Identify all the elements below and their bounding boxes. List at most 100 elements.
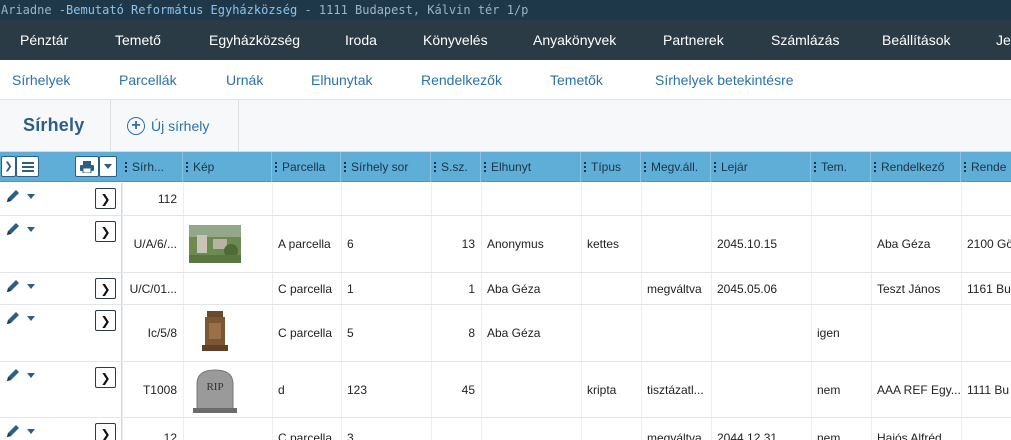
cell-kep[interactable] xyxy=(183,305,272,361)
cell-tem: nem xyxy=(817,382,841,397)
column-header-elhunyt[interactable]: Elhunyt xyxy=(481,152,581,182)
window-titlebar: Ariadne -Bemutató Református Egyházközsé… xyxy=(0,0,1011,20)
page-toolbar: Sírhely + Új sírhely xyxy=(0,100,1011,152)
edit-pencil-icon[interactable] xyxy=(5,221,21,237)
cell-tipus: kripta xyxy=(587,382,617,397)
cell-sirhely: T1008 xyxy=(142,382,177,397)
row-menu-dropdown-icon[interactable] xyxy=(27,373,35,378)
cell-rendelkezo: Aba Géza xyxy=(877,237,931,251)
column-header-ssz[interactable]: S.sz. xyxy=(431,152,481,182)
column-header-sirhely-sor[interactable]: Sírhely sor xyxy=(341,152,431,182)
sub-nav-item-rendelkezok[interactable]: Rendelkezők xyxy=(421,60,502,100)
cell-kep xyxy=(183,418,272,440)
column-header-tipus[interactable]: Típus xyxy=(581,152,641,182)
row-menu-dropdown-icon[interactable] xyxy=(27,316,35,321)
sub-nav-item-sirhelyek[interactable]: Sírhelyek xyxy=(12,60,70,100)
cell-sirhely: U/A/6/... xyxy=(133,237,177,251)
row-menu-dropdown-icon[interactable] xyxy=(27,227,35,232)
table-row[interactable]: ❯ Ic/5/8 C parcella 5 8 Aba Géza igen xyxy=(0,305,1011,362)
cell-parcella: d xyxy=(278,382,285,397)
row-expand-button[interactable]: ❯ xyxy=(95,367,116,388)
main-nav-item-egyhazkozseg[interactable]: Egyházközség xyxy=(209,20,300,60)
table-row[interactable]: ❯ U/A/6/... A parcella 6 13 Anonymus kettes 204… xyxy=(0,216,1011,273)
sub-nav-item-elhunytak[interactable]: Elhunytak xyxy=(311,60,372,100)
cell-elhunyt xyxy=(481,362,581,417)
cell-megvall: tisztázatl... xyxy=(647,382,704,397)
main-nav-item-anyakonyvek[interactable]: Anyakönyvek xyxy=(533,20,616,60)
main-nav-item-szamlazas[interactable]: Számlázás xyxy=(771,20,839,60)
table-row[interactable]: ❯ 112 xyxy=(0,183,1011,216)
plus-circle-icon: + xyxy=(127,117,145,135)
print-dropdown-button[interactable] xyxy=(99,156,117,177)
cell-kep[interactable]: RIP xyxy=(183,362,272,417)
edit-pencil-icon[interactable] xyxy=(5,310,21,326)
row-expand-button[interactable]: ❯ xyxy=(95,423,116,440)
cell-parcella: C parcella xyxy=(278,430,333,440)
main-nav-item-penztar[interactable]: Pénztár xyxy=(20,20,68,60)
column-header-kep[interactable]: Kép xyxy=(183,152,272,182)
cell-rende xyxy=(961,183,1011,215)
edit-pencil-icon[interactable] xyxy=(5,188,21,204)
cell-rendelkezo xyxy=(871,183,961,215)
cell-tem xyxy=(811,273,871,304)
main-nav-item-beallitasok[interactable]: Beállítások xyxy=(882,20,950,60)
column-header-lejar[interactable]: Lejár xyxy=(711,152,811,182)
sub-nav-item-parcellak[interactable]: Parcellák xyxy=(119,60,177,100)
column-header-rendelkezo[interactable]: Rendelkező xyxy=(871,152,961,182)
main-nav-item-konyveles[interactable]: Könyvelés xyxy=(423,20,488,60)
cell-sirhely: Ic/5/8 xyxy=(147,326,177,340)
edit-pencil-icon[interactable] xyxy=(5,367,21,383)
row-actions: ❯ xyxy=(0,362,122,417)
main-nav-item-je[interactable]: Je xyxy=(996,20,1011,60)
sub-nav-item-sirhelyek-betekintesre[interactable]: Sírhelyek betekintésre xyxy=(655,60,794,100)
row-menu-dropdown-icon[interactable] xyxy=(27,194,35,199)
sub-nav: Sírhelyek Parcellák Urnák Elhunytak Rend… xyxy=(0,60,1011,100)
grave-table: ❯ Sírh... Kép Parcella Sírhely sor S.sz.… xyxy=(0,152,1011,440)
cell-sirhely-sor: 123 xyxy=(347,382,368,397)
table-row[interactable]: ❯ 12 C parcella 3 megváltva 2044.12.31 nem Hajó… xyxy=(0,418,1011,440)
sub-nav-item-temetok[interactable]: Temetők xyxy=(550,60,603,100)
cell-parcella: A parcella xyxy=(278,237,331,251)
cell-sirhely-sor: 5 xyxy=(347,326,354,340)
cell-sirhely: 112 xyxy=(157,192,177,206)
svg-text:RIP: RIP xyxy=(206,381,223,393)
column-header-sirhely[interactable]: Sírh... xyxy=(122,152,183,182)
cell-ssz xyxy=(431,183,481,215)
main-nav-item-partnerek[interactable]: Partnerek xyxy=(663,20,724,60)
main-nav-item-temeto[interactable]: Temető xyxy=(115,20,161,60)
cell-rendelkezo xyxy=(871,305,961,361)
cell-megvall: megváltva xyxy=(647,281,702,296)
row-expand-button[interactable]: ❯ xyxy=(95,310,116,331)
sub-nav-item-urnak[interactable]: Urnák xyxy=(226,60,263,100)
cell-megvall xyxy=(641,183,711,215)
cell-tem xyxy=(811,216,871,272)
cell-lejar: 2045.10.15 xyxy=(717,237,778,251)
row-expand-button[interactable]: ❯ xyxy=(95,188,116,209)
chevron-down-icon xyxy=(104,164,112,169)
column-header-tem[interactable]: Tem. xyxy=(811,152,871,182)
column-menu-button[interactable] xyxy=(16,156,39,177)
column-header-rende[interactable]: Rende xyxy=(961,152,1011,182)
print-button[interactable] xyxy=(75,156,99,177)
table-row[interactable]: ❯ T1008 RIP d 123 45 kripta tisztázatl... nem AAA… xyxy=(0,362,1011,418)
table-row[interactable]: ❯ U/C/01... C parcella 1 1 Aba Géza megváltva 2… xyxy=(0,273,1011,305)
cell-rende xyxy=(961,305,1011,361)
cell-kep[interactable] xyxy=(183,216,272,272)
expand-all-button[interactable]: ❯ xyxy=(1,156,16,177)
main-nav-item-iroda[interactable]: Iroda xyxy=(345,20,377,60)
edit-pencil-icon[interactable] xyxy=(5,278,21,294)
main-nav: Pénztár Temető Egyházközség Iroda Könyve… xyxy=(0,20,1011,60)
column-header-parcella[interactable]: Parcella xyxy=(272,152,341,182)
row-menu-dropdown-icon[interactable] xyxy=(27,429,35,434)
grave-photo-monument xyxy=(189,309,241,357)
new-grave-button[interactable]: + Új sírhely xyxy=(127,115,209,137)
cell-tipus xyxy=(581,418,641,440)
row-expand-button[interactable]: ❯ xyxy=(95,221,116,242)
row-expand-button[interactable]: ❯ xyxy=(95,278,116,299)
cell-sirhely-sor: 1 xyxy=(347,281,354,296)
column-header-megvall[interactable]: Megv.áll. xyxy=(641,152,711,182)
cell-lejar: 2045.05.06 xyxy=(717,281,778,296)
row-menu-dropdown-icon[interactable] xyxy=(27,284,35,289)
row-actions: ❯ xyxy=(0,216,122,272)
edit-pencil-icon[interactable] xyxy=(5,423,21,439)
